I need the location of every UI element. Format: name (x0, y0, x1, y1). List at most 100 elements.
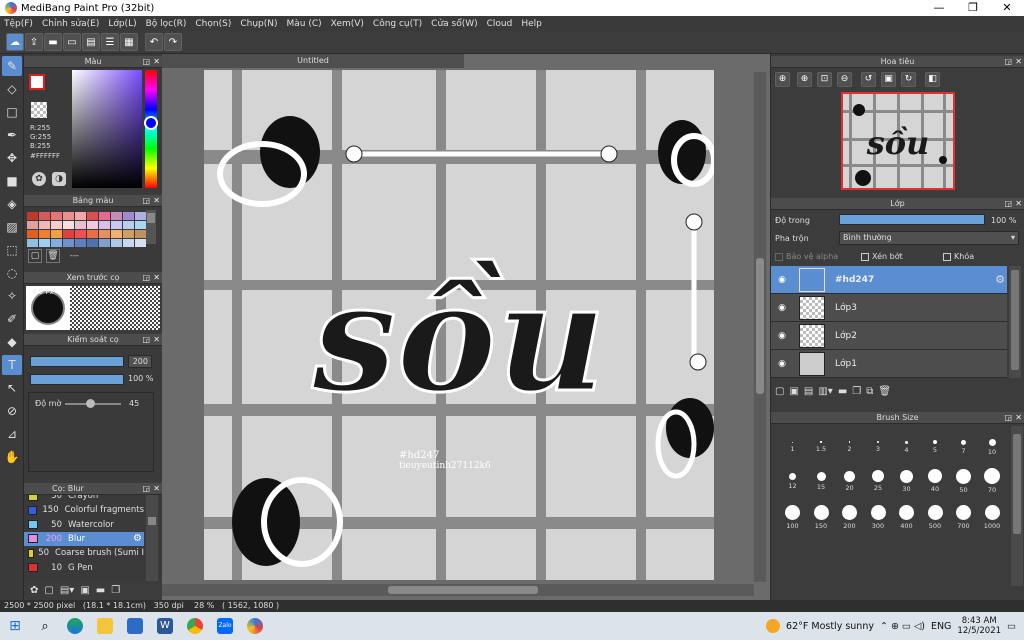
clock[interactable]: 8:43 AM 12/5/2021 (957, 616, 1001, 636)
palette-swatch[interactable] (99, 239, 110, 247)
brush-list-item[interactable]: 50 Coarse brush (Sumi I (24, 546, 144, 560)
palette-swatch[interactable] (39, 221, 50, 229)
menu-tools[interactable]: Công cụ(T) (373, 19, 422, 29)
menu-color[interactable]: Màu (C) (287, 19, 322, 29)
layer-menu-icon[interactable]: ▥▾ (818, 386, 832, 397)
zoom-out-icon[interactable]: ⊖ (837, 72, 852, 87)
brush-size-preset[interactable]: 40 (922, 468, 949, 493)
brush-size-preset[interactable]: 150 (808, 504, 835, 530)
tray-icons[interactable]: ⌃ ⊕ ▭ ◁) (880, 621, 925, 632)
palette-swatch[interactable] (87, 239, 98, 247)
delete-palette-icon[interactable]: 🗑 (46, 249, 60, 263)
lasso-tool-icon[interactable]: ◌ (2, 263, 22, 283)
brush-size-preset[interactable]: 200 (836, 504, 863, 530)
document-tab[interactable]: Untitled (162, 54, 464, 68)
menu-file[interactable]: Tệp(F) (4, 19, 33, 29)
menu-window[interactable]: Cửa sổ(W) (431, 19, 477, 29)
palette-swatch[interactable] (123, 239, 134, 247)
palette-swatch[interactable] (27, 221, 38, 229)
close-panel-icon[interactable]: ✕ (153, 56, 160, 68)
new-brush-icon[interactable]: ▢ (44, 585, 53, 596)
eye-icon[interactable]: ◉ (773, 303, 791, 313)
layer-settings-gear-icon[interactable]: ⚙ (995, 273, 1005, 286)
palette-swatch[interactable] (63, 212, 74, 220)
brush-size-preset[interactable]: 30 (893, 468, 920, 493)
weather-text[interactable]: 62°F Mostly sunny (786, 621, 874, 632)
palette-swatch[interactable] (51, 212, 62, 220)
maximize-panel-icon[interactable]: ◲ (1004, 56, 1012, 68)
menu-view[interactable]: Xem(V) (331, 19, 364, 29)
rotate-left-icon[interactable]: ↺ (861, 72, 876, 87)
brush-size-preset[interactable]: 1.5 (808, 432, 835, 453)
brush-settings-gear-icon[interactable]: ⚙ (133, 533, 142, 544)
brush-list-item[interactable]: 150 Colorful fragments (24, 503, 144, 517)
maximize-panel-icon[interactable]: ◲ (142, 56, 150, 68)
palette-swatch[interactable] (99, 221, 110, 229)
palette-swatch[interactable] (75, 221, 86, 229)
rotate-right-icon[interactable]: ↻ (901, 72, 916, 87)
palette-swatch[interactable] (27, 239, 38, 247)
reset-rotation-icon[interactable]: ▣ (881, 72, 896, 87)
vertical-scrollbar[interactable] (754, 72, 766, 582)
close-panel-icon[interactable]: ✕ (153, 483, 160, 495)
horizontal-scrollbar[interactable] (162, 584, 754, 596)
palette-swatch[interactable] (39, 230, 50, 238)
notification-icon[interactable]: ▭ (1007, 621, 1016, 632)
palette-swatch[interactable] (51, 239, 62, 247)
palette-swatch[interactable] (135, 230, 146, 238)
maximize-panel-icon[interactable]: ◲ (1004, 412, 1012, 424)
brush-opacity-slider[interactable] (30, 374, 124, 385)
layer-row-lop3[interactable]: ◉ Lớp3 (771, 294, 1007, 322)
copy-brush-icon[interactable]: ❐ (111, 585, 120, 596)
new-layer-icon[interactable]: ▢ (775, 386, 784, 397)
medibang-taskbar-icon[interactable] (240, 612, 270, 640)
upload-icon[interactable]: ⇪ (25, 33, 43, 51)
select-tool-icon[interactable]: ⬚ (2, 240, 22, 260)
brush-size-preset[interactable]: 500 (922, 504, 949, 530)
palette-swatch[interactable] (39, 212, 50, 220)
foreground-color-swatch[interactable] (29, 74, 45, 90)
merge-layer-icon[interactable]: ⧉ (866, 386, 873, 397)
close-panel-icon[interactable]: ✕ (153, 334, 160, 346)
duplicate-layer-icon[interactable]: ❐ (852, 386, 861, 397)
brush-list-item[interactable]: 30 Crayon (24, 495, 144, 503)
menu-select[interactable]: Chọn(S) (195, 19, 231, 29)
layer-row-lop2[interactable]: ◉ Lớp2 (771, 322, 1007, 350)
new-halftone-layer-icon[interactable]: ▣ (789, 386, 798, 397)
close-panel-icon[interactable]: ✕ (1015, 198, 1022, 210)
maximize-panel-icon[interactable]: ◲ (1004, 198, 1012, 210)
transparent-color-swatch[interactable] (31, 102, 47, 118)
close-button[interactable]: ✕ (990, 0, 1024, 16)
zoom-in-icon[interactable]: ⊕ (775, 72, 790, 87)
close-panel-icon[interactable]: ✕ (153, 272, 160, 284)
undo-icon[interactable]: ↶ (145, 33, 163, 51)
palette-swatch[interactable] (111, 212, 122, 220)
folder-icon[interactable]: ▬ (96, 585, 105, 596)
chrome-icon[interactable] (180, 612, 210, 640)
palette-swatch-grid[interactable] (27, 212, 146, 247)
maximize-button[interactable]: ❐ (956, 0, 990, 16)
brush-size-preset[interactable]: 1 (779, 432, 806, 453)
palette-swatch[interactable] (63, 239, 74, 247)
brush-menu-icon[interactable]: ▤▾ (60, 585, 74, 596)
text-tool-icon[interactable]: T (2, 355, 22, 375)
palette-swatch[interactable] (99, 230, 110, 238)
palette-swatch[interactable] (27, 230, 38, 238)
layer-row-hd247[interactable]: ◉ #hd247 ⚙ (771, 266, 1007, 294)
close-panel-icon[interactable]: ✕ (153, 195, 160, 207)
brush-size-preset[interactable]: 70 (979, 468, 1006, 494)
palette-swatch[interactable] (51, 230, 62, 238)
blend-mode-select[interactable]: Bình thường ▾ (839, 231, 1019, 245)
palette-swatch[interactable] (111, 239, 122, 247)
palette-swatch[interactable] (75, 239, 86, 247)
layer-folder-icon[interactable]: ▬ (838, 386, 847, 397)
palette-swatch[interactable] (87, 212, 98, 220)
brush-size-preset[interactable]: 3 (865, 432, 892, 453)
eye-icon[interactable]: ◉ (773, 331, 791, 341)
brush-size-preset[interactable]: 50 (950, 468, 977, 494)
bucket-tool-icon[interactable]: ◈ (2, 194, 22, 214)
maximize-panel-icon[interactable]: ◲ (142, 272, 150, 284)
menu-layer[interactable]: Lớp(L) (108, 19, 136, 29)
brush-size-preset[interactable]: 4 (893, 432, 920, 454)
brush-tool-icon[interactable]: ✎ (2, 56, 22, 76)
